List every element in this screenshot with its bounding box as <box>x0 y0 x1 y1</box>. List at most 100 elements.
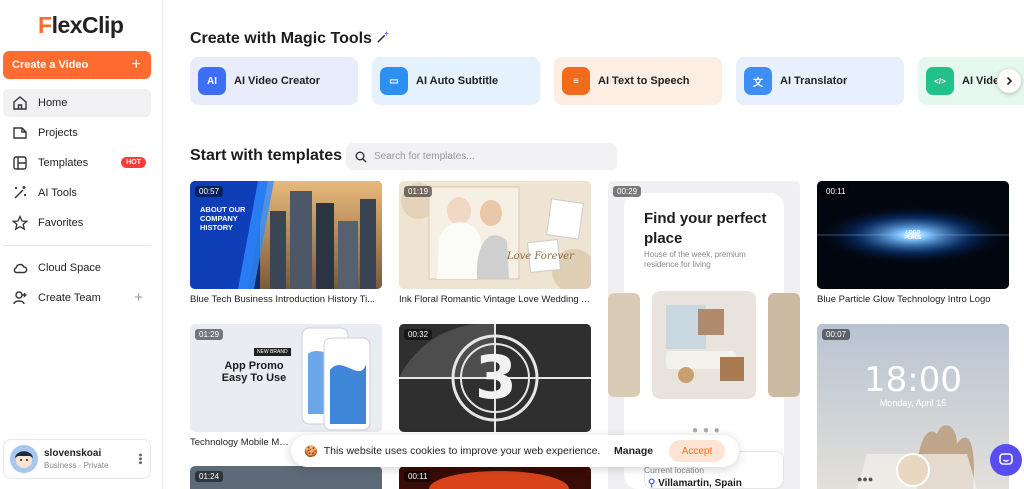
template-title[interactable]: Blue Particle Glow Technology Intro Logo <box>817 294 1009 305</box>
magic-tools-heading: Create with Magic Tools <box>190 30 390 48</box>
tool-label: AI Auto Subtitle <box>416 75 499 87</box>
tool-ai-text-to-speech[interactable]: ≡ AI Text to Speech <box>554 57 722 105</box>
manage-cookies-button[interactable]: Manage <box>614 445 653 457</box>
search-input[interactable] <box>374 151 594 162</box>
search-icon <box>355 151 367 163</box>
tool-ai-translator[interactable]: 文 AI Translator <box>736 57 904 105</box>
accept-cookies-button[interactable]: Accept <box>669 440 725 462</box>
sidebar-item-create-team[interactable]: Create Team + <box>3 284 151 312</box>
template-card[interactable]: 3 00:32 <box>399 324 591 432</box>
add-team-icon[interactable]: + <box>134 289 143 306</box>
tool-ai-video-creator[interactable]: AI AI Video Creator <box>190 57 358 105</box>
template-thumbnail <box>399 181 591 289</box>
thumbnail-overlay-text: Love Forever <box>507 251 574 262</box>
template-card[interactable]: Love Forever 01:19 <box>399 181 591 289</box>
chat-support-button[interactable] <box>990 444 1022 476</box>
subtitle-icon: ▭ <box>380 67 408 95</box>
template-thumbnail <box>190 181 382 289</box>
duration-badge: 01:29 <box>195 329 224 340</box>
tool-label: AI Video Creator <box>234 75 320 87</box>
logo-prefix: F <box>38 12 52 38</box>
tool-label: AI Text to Speech <box>598 75 690 87</box>
sidebar-item-label: Favorites <box>38 217 84 229</box>
thumbnail-overlay-text: ABOUT OUR COMPANY HISTORY <box>200 205 246 232</box>
tool-label: AI Translator <box>780 75 848 87</box>
more-options-icon[interactable]: ••• <box>134 453 146 465</box>
plus-icon: + <box>131 56 141 73</box>
duration-badge: 00:57 <box>195 186 224 197</box>
user-plan: Business · Private <box>44 461 109 470</box>
new-brand-tag: NEW BRAND <box>254 348 291 356</box>
template-card[interactable]: LOGO PLACE 00:11 <box>817 181 1009 289</box>
thumbnail-overlay-text: App Promo Easy To Use <box>221 360 287 384</box>
projects-icon <box>11 124 29 142</box>
thumbnail-overlay-text: LOGO PLACE <box>904 230 922 241</box>
sidebar-item-label: Projects <box>38 127 78 139</box>
chevron-right-icon <box>1006 76 1013 86</box>
logo-text: lexClip <box>51 12 124 38</box>
templates-icon <box>11 154 29 172</box>
date-text: Monday, April 15 <box>879 398 947 408</box>
duration-badge: 00:32 <box>404 329 433 340</box>
template-card[interactable]: ABOUT OUR COMPANY HISTORY 00:57 <box>190 181 382 289</box>
cloud-icon <box>11 259 29 277</box>
duration-badge: 00:11 <box>404 471 432 482</box>
sidebar-item-home[interactable]: Home <box>3 89 151 117</box>
template-card[interactable]: 01:24 <box>190 466 382 489</box>
create-video-label: Create a Video <box>12 59 89 71</box>
sidebar-item-label: Create Team <box>38 292 101 304</box>
sparkle-wand-icon <box>377 30 390 43</box>
location-value: ⚲ Villamartin, Spain <box>648 478 742 489</box>
template-title[interactable]: Technology Mobile Mock <box>190 437 290 448</box>
duration-badge: 00:07 <box>822 329 851 340</box>
location-name: Villamartin, Spain <box>658 478 742 489</box>
duration-badge: 00:11 <box>822 186 850 197</box>
cookie-text: This website uses cookies to improve you… <box>323 445 601 457</box>
headline-text: Find your perfect place <box>644 210 767 247</box>
sidebar-item-label: Cloud Space <box>38 262 101 274</box>
cookie-icon: 🍪 <box>304 445 318 458</box>
cookie-banner: 🍪 This website uses cookies to improve y… <box>291 435 739 467</box>
sidebar-item-label: AI Tools <box>38 187 77 199</box>
hot-badge: HOT <box>121 157 146 168</box>
code-icon: </> <box>926 67 954 95</box>
user-account[interactable]: slovenskoai Business · Private ••• <box>3 439 151 479</box>
sidebar-item-templates[interactable]: Templates HOT <box>3 149 151 177</box>
tool-ai-auto-subtitle[interactable]: ▭ AI Auto Subtitle <box>372 57 540 105</box>
sidebar-item-label: Templates <box>38 157 89 169</box>
home-icon <box>11 94 29 112</box>
star-icon <box>11 214 29 232</box>
sidebar-item-favorites[interactable]: Favorites <box>3 209 151 237</box>
template-card[interactable]: 00:11 <box>399 466 591 489</box>
template-title[interactable]: Ink Floral Romantic Vintage Love Wedding… <box>399 294 591 305</box>
add-user-icon <box>11 289 29 307</box>
template-search[interactable] <box>346 143 617 170</box>
create-video-button[interactable]: Create a Video + <box>3 51 151 79</box>
sidebar-item-ai-tools[interactable]: AI Tools <box>3 179 151 207</box>
sidebar-item-projects[interactable]: Projects <box>3 119 151 147</box>
next-arrow-button[interactable] <box>997 69 1021 93</box>
template-card[interactable]: 18:00 Monday, April 15 ●●● 00:07 <box>817 324 1009 489</box>
duration-badge: 01:19 <box>404 186 433 197</box>
avatar <box>10 445 38 473</box>
interior-photos <box>608 291 800 399</box>
location-pin-icon: ⚲ <box>648 478 656 489</box>
more-dots-icon: ●●● <box>857 474 874 484</box>
duration-badge: 01:24 <box>195 471 224 482</box>
sidebar-divider <box>3 245 151 246</box>
countdown-number: 3 <box>475 343 517 413</box>
sidebar-item-cloud-space[interactable]: Cloud Space <box>3 254 151 282</box>
template-title[interactable]: Blue Tech Business Introduction History … <box>190 294 382 305</box>
template-card[interactable]: NEW BRAND App Promo Easy To Use 01:29 <box>190 324 382 432</box>
chat-icon <box>999 453 1013 465</box>
text-to-speech-icon: ≡ <box>562 67 590 95</box>
ai-video-creator-icon: AI <box>198 67 226 95</box>
flexclip-logo[interactable]: FlexClip <box>38 12 124 39</box>
magic-wand-icon <box>11 184 29 202</box>
subheadline-text: House of the week, premium residence for… <box>644 250 746 269</box>
magic-tools-title: Create with Magic Tools <box>190 30 372 47</box>
templates-heading: Start with templates <box>190 147 343 164</box>
clock-text: 18:00 <box>864 360 962 400</box>
duration-badge: 00:29 <box>613 186 642 197</box>
sidebar: FlexClip Create a Video + Home Projects … <box>0 0 163 489</box>
